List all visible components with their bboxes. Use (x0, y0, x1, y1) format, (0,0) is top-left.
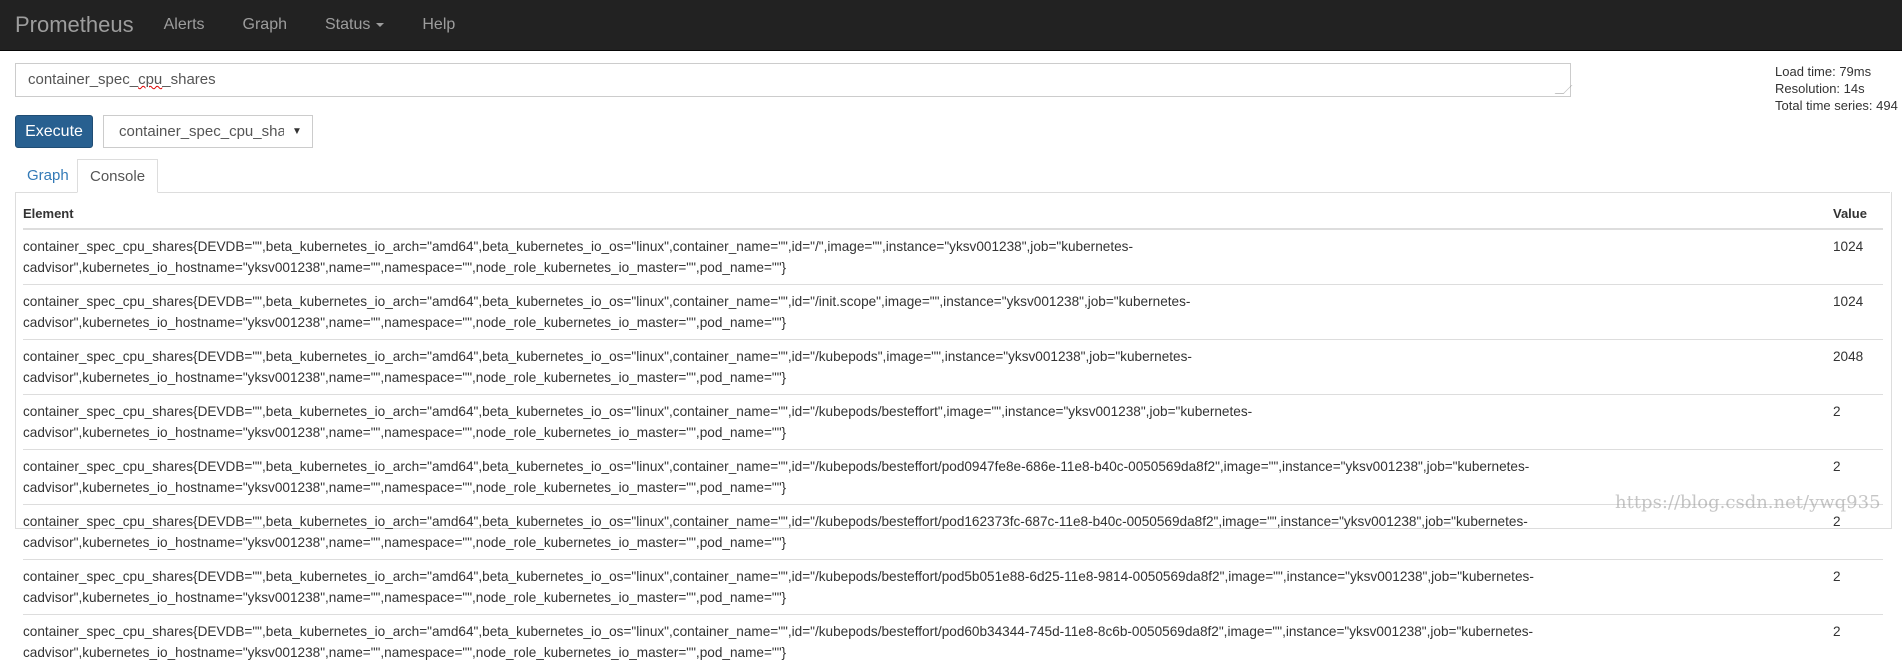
table-row: container_spec_cpu_shares{DEVDB="",beta_… (23, 395, 1883, 450)
tab-graph[interactable]: Graph (15, 159, 81, 192)
metric-select[interactable]: container_spec_cpu_shares ▼ (103, 115, 313, 148)
query-text-spellcheck: cpu (138, 71, 162, 88)
query-text-end: _shares (162, 71, 215, 88)
nav-status-label: Status (325, 16, 370, 34)
view-tabs: Graph Console (15, 159, 1890, 193)
row-value: 1024 (1833, 229, 1883, 285)
row-value: 2 (1833, 615, 1883, 669)
nav-help[interactable]: Help (422, 16, 455, 34)
row-element: container_spec_cpu_shares{DEVDB="",beta_… (23, 229, 1833, 285)
nav-graph[interactable]: Graph (243, 16, 287, 34)
console-panel: Element Value container_spec_cpu_shares{… (15, 192, 1892, 529)
metric-select-value: container_spec_cpu_shares (119, 123, 284, 140)
row-element: container_spec_cpu_shares{DEVDB="",beta_… (23, 340, 1833, 395)
row-element: container_spec_cpu_shares{DEVDB="",beta_… (23, 560, 1833, 615)
watermark: https://blog.csdn.net/ywq935 (1615, 492, 1881, 513)
row-value: 2 (1833, 395, 1883, 450)
table-row: container_spec_cpu_shares{DEVDB="",beta_… (23, 285, 1883, 340)
row-element: container_spec_cpu_shares{DEVDB="",beta_… (23, 450, 1833, 505)
query-stats: Load time: 79ms Resolution: 14s Total ti… (1775, 63, 1898, 114)
dropdown-arrow-icon: ▼ (292, 126, 302, 137)
row-element: container_spec_cpu_shares{DEVDB="",beta_… (23, 395, 1833, 450)
row-value: 2048 (1833, 340, 1883, 395)
row-element: container_spec_cpu_shares{DEVDB="",beta_… (23, 615, 1833, 669)
table-row: container_spec_cpu_shares{DEVDB="",beta_… (23, 615, 1883, 669)
nav-status-dropdown[interactable]: Status (325, 16, 384, 34)
execute-button[interactable]: Execute (15, 115, 93, 148)
header-value: Value (1833, 192, 1883, 229)
tab-console[interactable]: Console (77, 159, 158, 193)
brand-link[interactable]: Prometheus (15, 12, 134, 38)
caret-down-icon (376, 23, 384, 27)
navbar: Prometheus Alerts Graph Status Help (0, 0, 1902, 51)
nav-alerts[interactable]: Alerts (164, 16, 205, 34)
table-row: container_spec_cpu_shares{DEVDB="",beta_… (23, 229, 1883, 285)
resolution: Resolution: 14s (1775, 80, 1898, 97)
table-row: container_spec_cpu_shares{DEVDB="",beta_… (23, 450, 1883, 505)
load-time: Load time: 79ms (1775, 63, 1898, 80)
expression-input[interactable]: container_spec_cpu_shares (15, 63, 1571, 97)
row-value: 1024 (1833, 285, 1883, 340)
table-row: container_spec_cpu_shares{DEVDB="",beta_… (23, 340, 1883, 395)
query-text: container_spec_ (28, 71, 138, 88)
header-element: Element (23, 192, 1833, 229)
resize-handle-icon[interactable] (1555, 85, 1573, 94)
table-row: container_spec_cpu_shares{DEVDB="",beta_… (23, 505, 1883, 560)
row-element: container_spec_cpu_shares{DEVDB="",beta_… (23, 285, 1833, 340)
results-table: Element Value container_spec_cpu_shares{… (23, 192, 1883, 669)
table-header: Element Value (23, 192, 1883, 229)
row-element: container_spec_cpu_shares{DEVDB="",beta_… (23, 505, 1833, 560)
table-row: container_spec_cpu_shares{DEVDB="",beta_… (23, 560, 1883, 615)
total-time-series: Total time series: 494 (1775, 97, 1898, 114)
row-value: 2 (1833, 560, 1883, 615)
